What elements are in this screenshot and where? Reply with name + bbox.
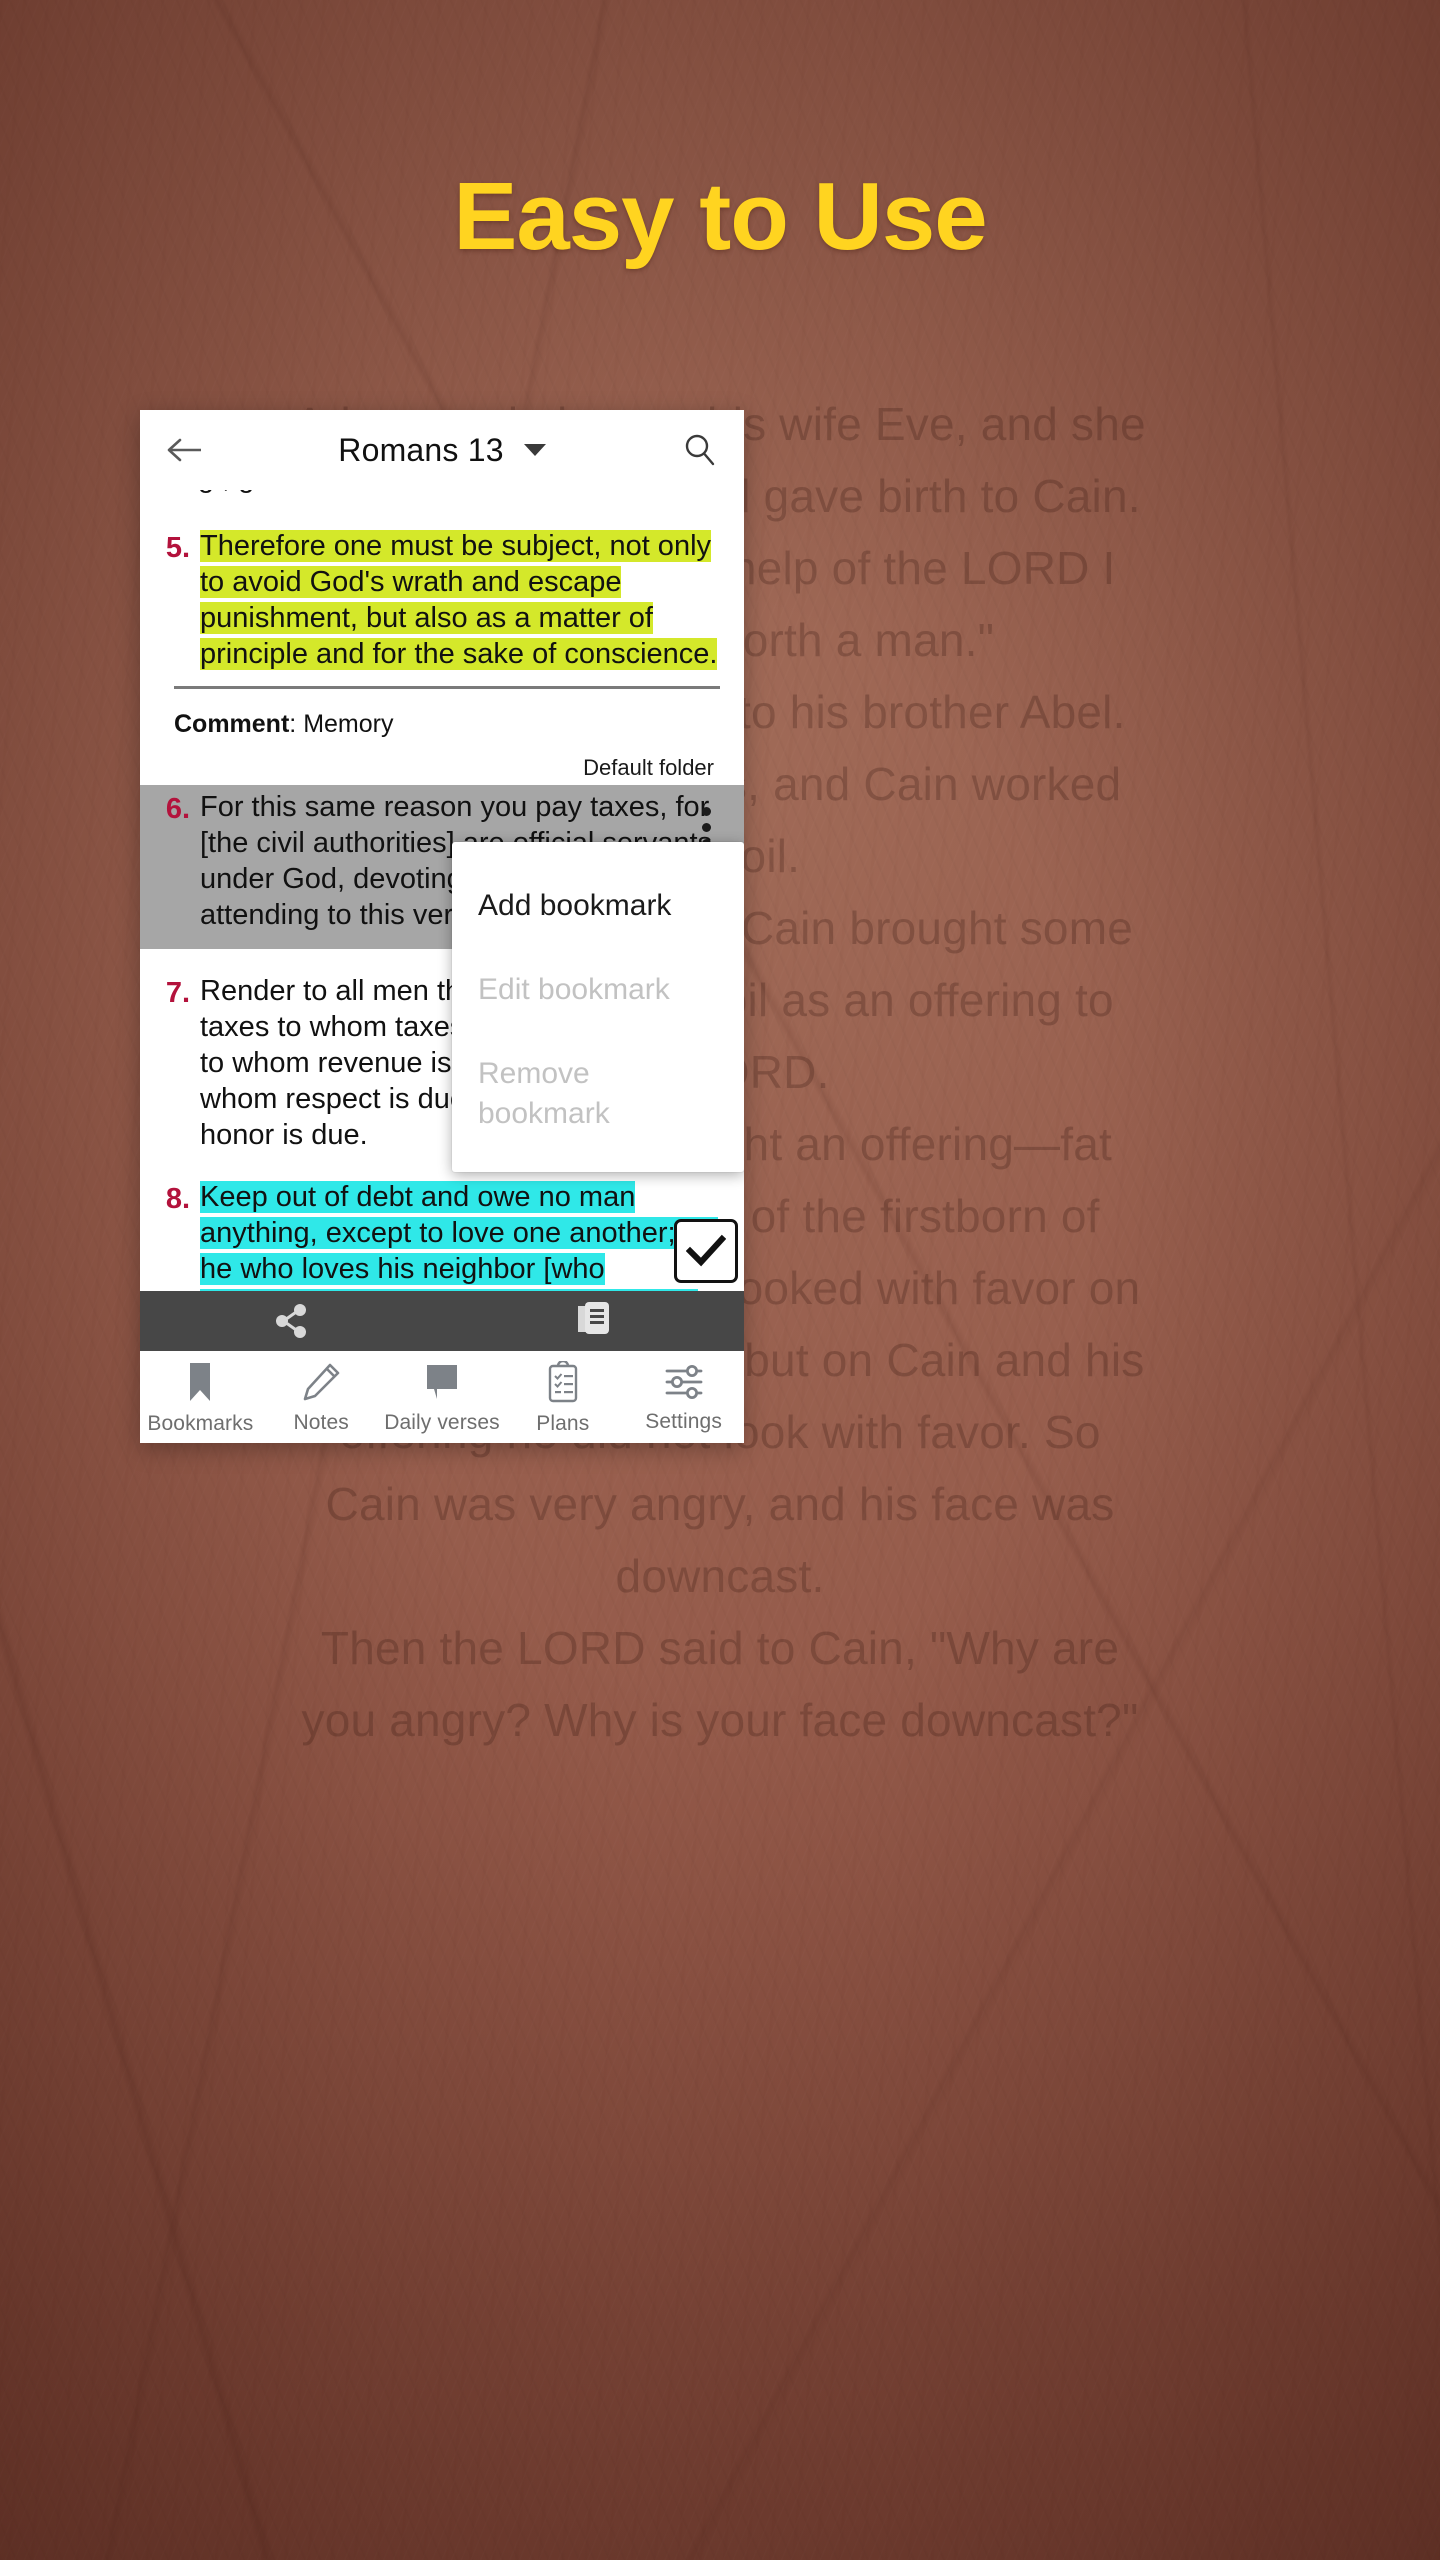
search-button[interactable] bbox=[676, 427, 722, 473]
verse-highlight-yellow: Therefore one must be subject, not only … bbox=[200, 530, 718, 670]
speech-bubble-icon bbox=[426, 1364, 457, 1399]
verse-number: 8. bbox=[165, 1183, 190, 1215]
comment-colon: : bbox=[289, 710, 304, 738]
sliders-icon bbox=[665, 1364, 702, 1399]
bookmark-context-menu[interactable]: Add bookmark Edit bookmark Remove bookma… bbox=[452, 842, 744, 1172]
nav-label: Notes bbox=[293, 1410, 349, 1434]
verse-row: 5. Therefore one must be subject, not on… bbox=[164, 528, 720, 672]
bookmark-icon bbox=[190, 1362, 211, 1401]
verse-item-5[interactable]: 5. Therefore one must be subject, not on… bbox=[140, 512, 744, 785]
verse-item-8[interactable]: 8. Keep out of debt and owe no man anyth… bbox=[140, 1153, 744, 1291]
app-bar: Romans 13 bbox=[140, 410, 744, 490]
check-icon bbox=[686, 1234, 726, 1267]
pencil-icon bbox=[303, 1363, 340, 1400]
nav-item-daily-verses[interactable]: Daily verses bbox=[382, 1362, 503, 1435]
bottom-navigation: Bookmarks Notes Daily verses Plans Setti… bbox=[140, 1351, 744, 1443]
kebab-menu-icon bbox=[701, 822, 711, 832]
chapter-title: Romans 13 bbox=[338, 431, 504, 468]
verse-list[interactable]: g , g 5. Therefore one must be subject, … bbox=[140, 490, 744, 1291]
nav-label: Plans bbox=[536, 1411, 590, 1435]
menu-item-remove-bookmark: Remove bookmark bbox=[478, 1057, 610, 1130]
clipped-previous-verse: g , g bbox=[140, 490, 744, 512]
app-screenshot-card: Romans 13 g , g 5. Therefore one must be bbox=[140, 410, 744, 1443]
share-icon bbox=[276, 1304, 306, 1338]
nav-item-plans[interactable]: Plans bbox=[502, 1360, 623, 1436]
folder-label: Default folder bbox=[583, 755, 714, 780]
verse-number: 5. bbox=[165, 532, 190, 564]
share-button[interactable] bbox=[140, 1301, 442, 1341]
nav-item-bookmarks[interactable]: Bookmarks bbox=[140, 1361, 261, 1436]
verse-number: 7. bbox=[165, 977, 190, 1009]
verse-row: 8. Keep out of debt and owe no man anyth… bbox=[164, 1179, 720, 1291]
comment-label: Comment bbox=[174, 710, 290, 738]
caret-down-icon bbox=[523, 444, 546, 456]
nav-label: Settings bbox=[645, 1409, 722, 1433]
confirm-selection-button[interactable] bbox=[674, 1219, 738, 1283]
verse-text: Keep out of debt and owe no man anything… bbox=[200, 1179, 720, 1291]
selection-action-toolbar bbox=[140, 1291, 744, 1351]
nav-label: Daily verses bbox=[384, 1410, 500, 1434]
copy-icon bbox=[578, 1302, 609, 1334]
nav-label: Bookmarks bbox=[147, 1411, 254, 1435]
arrow-left-icon bbox=[167, 438, 201, 462]
comment-value: Memory bbox=[303, 710, 394, 738]
page-title: Easy to Use bbox=[453, 163, 987, 270]
nav-item-notes[interactable]: Notes bbox=[261, 1362, 382, 1435]
verse-comment: Comment: Memory bbox=[164, 689, 720, 741]
verse-highlight-cyan: Keep out of debt and owe no man anything… bbox=[200, 1181, 718, 1291]
clipboard-icon bbox=[548, 1360, 577, 1402]
copy-button[interactable] bbox=[442, 1300, 744, 1342]
verse-text: Therefore one must be subject, not only … bbox=[200, 528, 720, 672]
back-button[interactable] bbox=[162, 427, 208, 473]
menu-item-edit-bookmark: Edit bookmark bbox=[478, 973, 670, 1006]
search-icon bbox=[685, 434, 715, 466]
verse-number: 6. bbox=[165, 793, 190, 825]
menu-item-add-bookmark[interactable]: Add bookmark bbox=[452, 864, 744, 948]
nav-item-settings[interactable]: Settings bbox=[623, 1363, 744, 1434]
chapter-selector[interactable]: Romans 13 bbox=[208, 432, 676, 469]
kebab-menu-icon bbox=[701, 806, 711, 816]
